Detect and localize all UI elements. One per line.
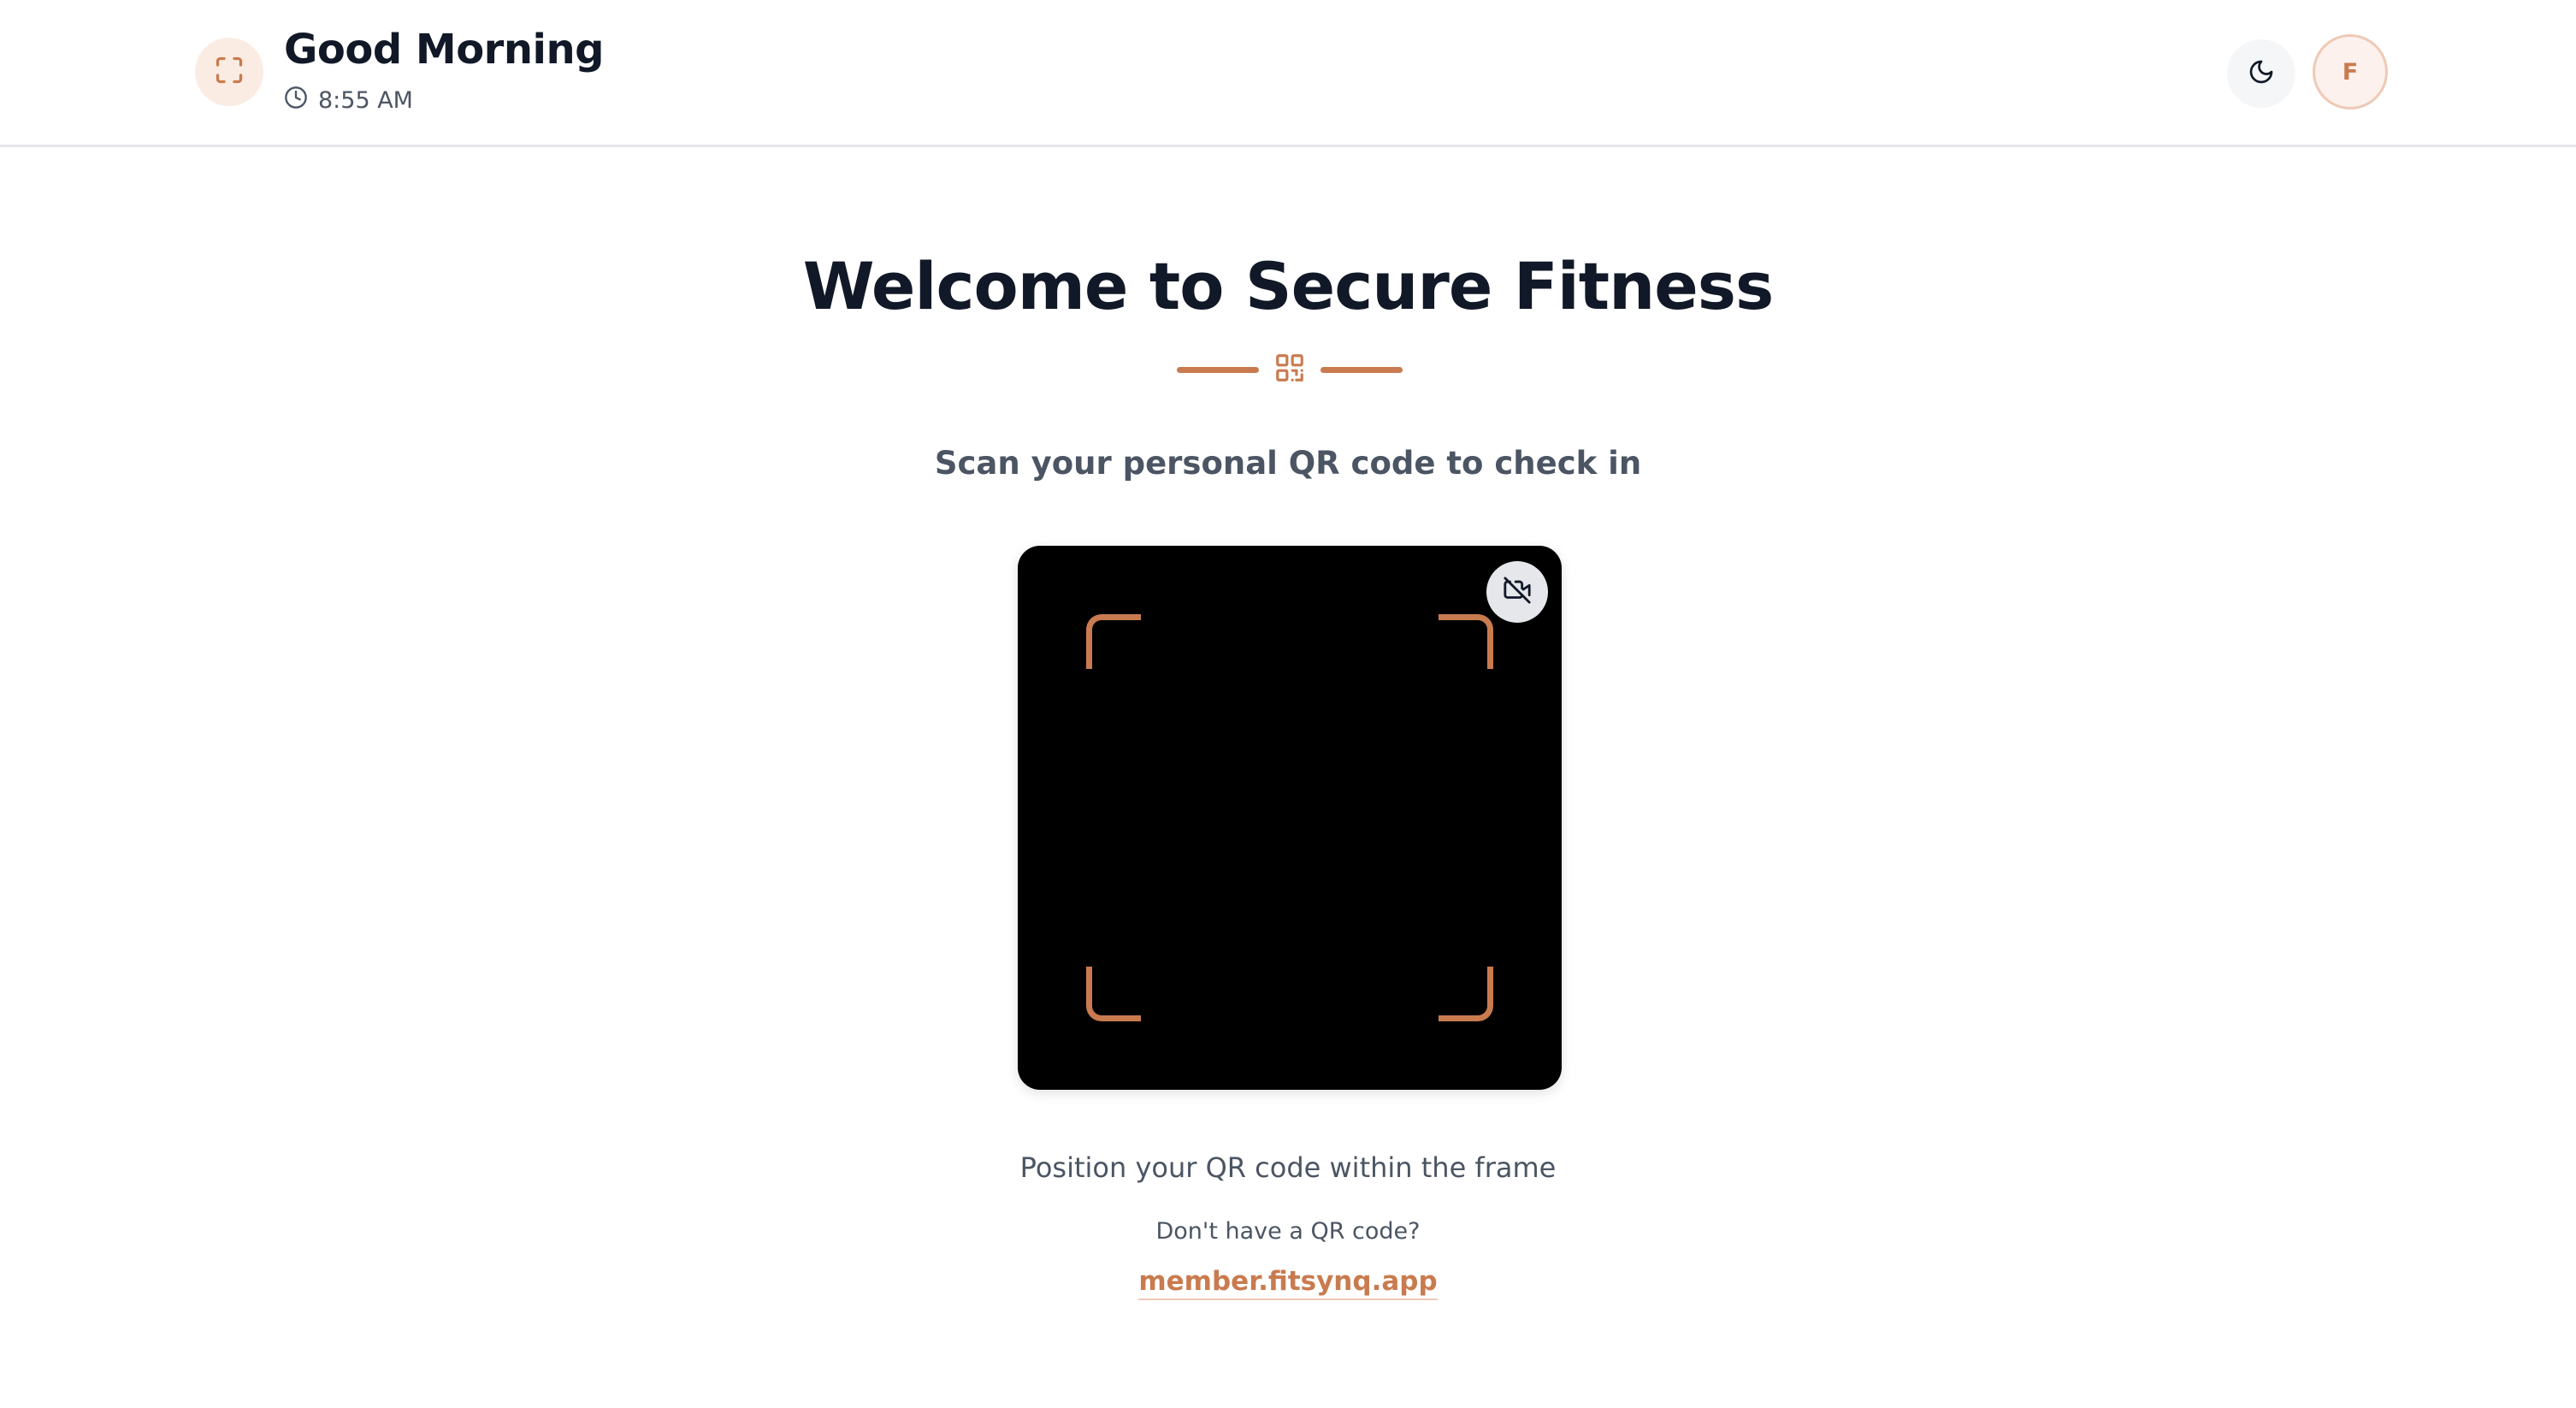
qr-scanner-viewport [1018,546,1562,1090]
scan-frame-corner-top-left [1086,614,1141,669]
clock-icon [284,86,308,115]
greeting-title: Good Morning [284,26,605,74]
theme-toggle-button[interactable] [2227,39,2295,108]
divider-line-right [1320,366,1403,373]
member-portal-link[interactable]: member.fitsynq.app [1138,1266,1438,1300]
camera-toggle-button[interactable] [1486,561,1548,623]
page-title: Welcome to Secure Fitness [802,248,1775,324]
scan-frame-corner-top-right [1439,614,1493,669]
member-link-container: member.fitsynq.app [0,1266,2576,1300]
scan-frame-corner-bottom-right [1439,967,1493,1021]
avatar[interactable]: F [2313,34,2388,109]
qr-code-icon [1273,352,1306,387]
header: Good Morning 8:55 AM F [0,0,2576,147]
moon-icon [2248,58,2275,89]
current-time: 8:55 AM [284,86,413,115]
camera-off-icon [1503,576,1532,608]
no-qr-prompt: Don't have a QR code? [1155,1218,1421,1245]
scan-instruction: Position your QR code within the frame [1019,1151,1557,1184]
fullscreen-button[interactable] [195,38,263,106]
time-text: 8:55 AM [318,87,413,114]
title-divider [1177,352,1403,387]
divider-line-left [1177,366,1259,373]
page-subtitle: Scan your personal QR code to check in [934,445,1642,482]
scan-frame-corner-bottom-left [1086,967,1141,1021]
fullscreen-icon [214,55,245,89]
